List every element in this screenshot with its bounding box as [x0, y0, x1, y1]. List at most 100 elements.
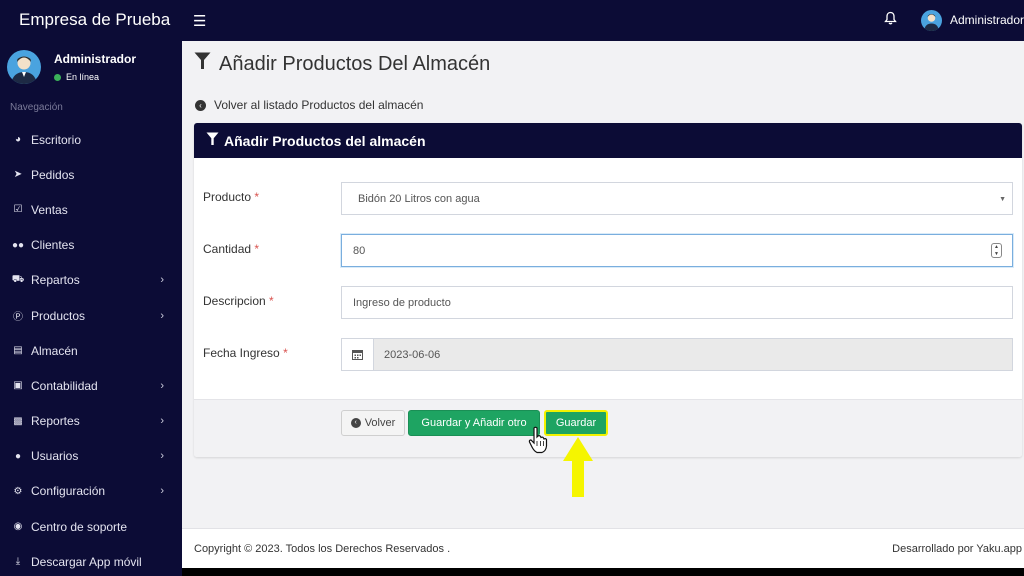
producto-label: Producto * [203, 190, 259, 204]
money-icon: ▣ [13, 380, 23, 392]
volver-button[interactable]: ‹ Volver [341, 410, 405, 436]
sidebar-item-reportes[interactable]: ▩ Reportes › [0, 404, 182, 439]
form-header-title: Añadir Productos del almacén [224, 132, 426, 149]
online-dot-icon [54, 74, 61, 81]
guardar-button[interactable]: Guardar [544, 410, 608, 436]
cantidad-input[interactable]: 80 ▲ ▼ [341, 234, 1013, 267]
guardar-y-anadir-otro-button[interactable]: Guardar y Añadir otro [408, 410, 540, 436]
top-navbar: Empresa de Prueba ☰ Administrador [0, 0, 1024, 41]
descripcion-label: Descripcion * [203, 294, 274, 308]
sidebar-user-name: Administrador [54, 52, 137, 66]
download-icon: ⤓ [15, 556, 21, 568]
sidebar-item-configuracion[interactable]: ⚙ Configuración › [0, 474, 182, 509]
sidebar-item-label: Clientes [31, 238, 75, 253]
chevron-right-icon: › [160, 309, 164, 322]
document-icon: ▤ [13, 345, 23, 357]
fecha-input[interactable]: 2023-06-06 [341, 338, 1013, 371]
required-mark: * [269, 294, 274, 308]
back-to-list-label: Volver al listado Productos del almacén [214, 98, 424, 112]
chevron-right-icon: › [160, 450, 164, 463]
producto-label-text: Producto [203, 190, 252, 204]
brand-name[interactable]: Empresa de Prueba [19, 10, 170, 30]
hand-pointer-icon [528, 426, 548, 454]
page-title-text: Añadir Productos Del Almacén [219, 52, 491, 75]
producto-select-value: Bidón 20 Litros con agua [358, 192, 480, 205]
back-to-list-link[interactable]: ‹ Volver al listado Productos del almacé… [195, 98, 423, 112]
sidebar-section-header: Navegación [10, 102, 63, 113]
add-product-form: Añadir Productos del almacén Producto * … [194, 123, 1022, 457]
arrow-up-icon [563, 437, 593, 497]
funnel-icon [206, 132, 219, 149]
funnel-icon [194, 52, 211, 76]
user-avatar[interactable] [921, 10, 942, 31]
sidebar-item-pedidos[interactable]: ➤ Pedidos [0, 157, 182, 192]
sidebar-item-usuarios[interactable]: ● Usuarios › [0, 439, 182, 474]
sidebar-item-repartos[interactable]: ⛟ Repartos › [0, 263, 182, 298]
bar-chart-icon: ▩ [13, 415, 23, 427]
page-title: Añadir Productos Del Almacén [194, 52, 490, 76]
developer-credit: Desarrollado por Yaku.app [892, 543, 1022, 555]
copyright-text: Copyright © 2023. Todos los Derechos Res… [194, 543, 451, 555]
sidebar-item-label: Contabilidad [31, 378, 98, 393]
sidebar-item-almacen[interactable]: ▤ Almacén [0, 333, 182, 368]
users-icon: ●● [11, 239, 25, 251]
user-menu-name[interactable]: Administrador [950, 13, 1024, 27]
chevron-left-circle-icon: ‹ [195, 99, 206, 111]
cantidad-label-text: Cantidad [203, 242, 252, 256]
fecha-input-value: 2023-06-06 [374, 339, 1012, 370]
sidebar-item-label: Ventas [31, 202, 68, 217]
chevron-right-icon: › [160, 379, 164, 392]
dashboard-icon: ◕ [14, 134, 22, 146]
sidebar-item-contabilidad[interactable]: ▣ Contabilidad › [0, 368, 182, 403]
online-status: En línea [54, 72, 99, 82]
sidebar-item-label: Almacén [31, 343, 78, 358]
fecha-label-text: Fecha Ingreso [203, 346, 280, 360]
main-content: Añadir Productos Del Almacén ‹ Volver al… [182, 41, 1024, 528]
sidebar-item-label: Centro de soporte [31, 519, 128, 534]
chevron-right-icon: › [160, 274, 164, 287]
user-icon: ● [14, 450, 22, 462]
sidebar-item-clientes[interactable]: ●● Clientes [0, 228, 182, 263]
sidebar-item-productos[interactable]: Ⓟ Productos › [0, 298, 182, 333]
sidebar-item-label: Pedidos [31, 167, 75, 182]
sidebar-avatar [7, 50, 41, 84]
sidebar-item-soporte[interactable]: ◉ Centro de soporte [0, 509, 182, 544]
descripcion-input[interactable]: Ingreso de producto [341, 286, 1013, 319]
online-status-label: En línea [66, 72, 100, 82]
sidebar-item-label: Reportes [31, 414, 80, 429]
required-mark: * [254, 242, 260, 256]
volver-button-label: Volver [364, 417, 396, 429]
life-ring-icon: ◉ [13, 521, 23, 533]
menu-toggle-icon[interactable]: ☰ [193, 12, 206, 30]
product-p-icon: Ⓟ [13, 312, 23, 324]
cantidad-input-value: 80 [353, 244, 366, 257]
form-actions: ‹ Volver Guardar y Añadir otro Guardar [194, 399, 1022, 457]
sidebar-item-label: Repartos [31, 273, 80, 288]
guardar-y-anadir-otro-label: Guardar y Añadir otro [421, 417, 527, 429]
sidebar-item-label: Escritorio [31, 132, 82, 147]
sidebar-menu: ◕ Escritorio ➤ Pedidos ☑ Ventas ●● Clientes … [0, 122, 182, 576]
sidebar-item-label: Configuración [31, 484, 106, 499]
rocket-icon: ➤ [13, 169, 23, 181]
sidebar: Administrador En línea Navegación ◕ Escri… [0, 41, 182, 576]
sidebar-item-descargar-app[interactable]: ⤓ Descargar App móvil [0, 544, 182, 576]
chevron-right-icon: › [160, 415, 164, 428]
producto-select[interactable]: Bidón 20 Litros con agua ▼ [341, 182, 1013, 215]
required-mark: * [283, 346, 288, 360]
bell-icon[interactable] [884, 11, 897, 28]
sidebar-item-label: Descargar App móvil [31, 554, 142, 569]
sidebar-item-escritorio[interactable]: ◕ Escritorio [0, 122, 182, 157]
page-footer: Copyright © 2023. Todos los Derechos Res… [182, 528, 1024, 568]
descripcion-input-value: Ingreso de producto [353, 296, 451, 309]
check-square-icon: ☑ [13, 204, 23, 216]
sidebar-item-label: Usuarios [31, 449, 79, 464]
sidebar-item-ventas[interactable]: ☑ Ventas [0, 192, 182, 227]
cogs-icon: ⚙ [13, 485, 23, 497]
chevron-right-icon: › [160, 485, 164, 498]
required-mark: * [254, 190, 260, 204]
truck-icon: ⛟ [11, 273, 25, 285]
calendar-icon[interactable] [342, 339, 374, 370]
sidebar-item-label: Productos [31, 308, 86, 323]
chevron-left-circle-icon: ‹ [350, 418, 361, 428]
number-spinner-icon[interactable]: ▲ ▼ [991, 243, 1002, 258]
